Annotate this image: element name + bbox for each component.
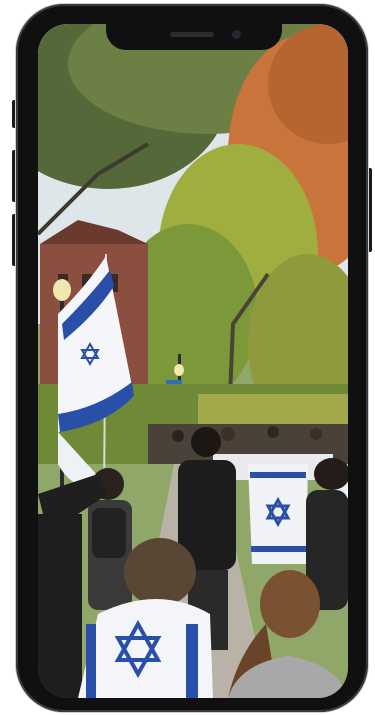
person-head — [310, 428, 322, 440]
person-left-edge — [38, 514, 82, 698]
person-head — [267, 426, 279, 438]
israeli-flag-right — [248, 464, 308, 564]
lamp-head — [174, 364, 184, 376]
phone-screen — [38, 24, 348, 698]
front-camera-icon — [232, 30, 241, 39]
speaker-grille — [170, 32, 214, 37]
page — [0, 0, 375, 715]
video-frame — [38, 24, 348, 698]
person-head — [221, 427, 235, 441]
phone-notch — [106, 22, 282, 50]
lamp-head — [53, 279, 71, 301]
person-head — [172, 430, 184, 442]
